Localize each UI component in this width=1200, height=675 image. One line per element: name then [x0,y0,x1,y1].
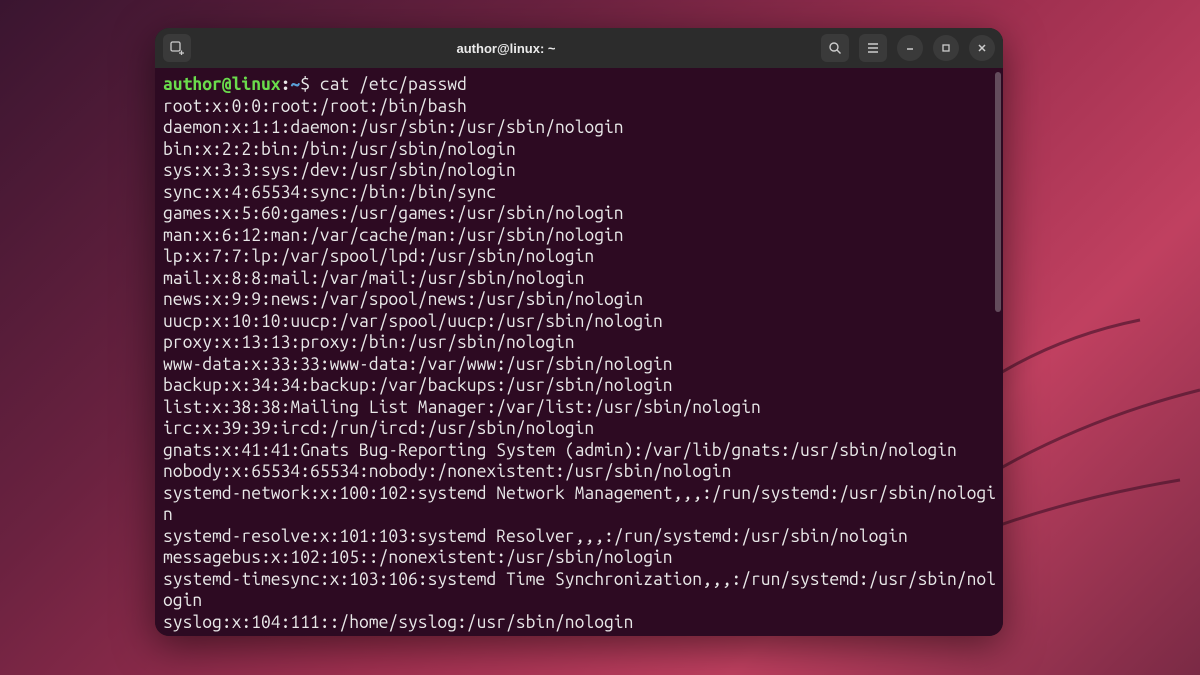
command-output: root:x:0:0:root:/root:/bin/bash daemon:x… [163,97,996,632]
prompt-user-host: author@linux [163,75,281,94]
titlebar: author@linux: ~ [155,28,1003,68]
minimize-icon [904,42,916,54]
prompt-symbol: $ [300,75,310,94]
window-title: author@linux: ~ [197,41,815,56]
maximize-icon [940,42,952,54]
search-icon [828,41,842,55]
close-icon [976,42,988,54]
hamburger-icon [866,41,880,55]
terminal-window: author@linux: ~ author@linux:~$ cat /etc… [155,28,1003,636]
prompt-path: ~ [290,75,300,94]
close-button[interactable] [969,35,995,61]
prompt-colon: : [281,75,291,94]
scrollbar-thumb[interactable] [995,72,1001,312]
hamburger-menu-button[interactable] [859,34,887,62]
minimize-button[interactable] [897,35,923,61]
new-tab-button[interactable] [163,34,191,62]
maximize-button[interactable] [933,35,959,61]
command-text: cat /etc/passwd [310,75,467,94]
terminal-body[interactable]: author@linux:~$ cat /etc/passwd root:x:0… [155,68,1003,636]
search-button[interactable] [821,34,849,62]
